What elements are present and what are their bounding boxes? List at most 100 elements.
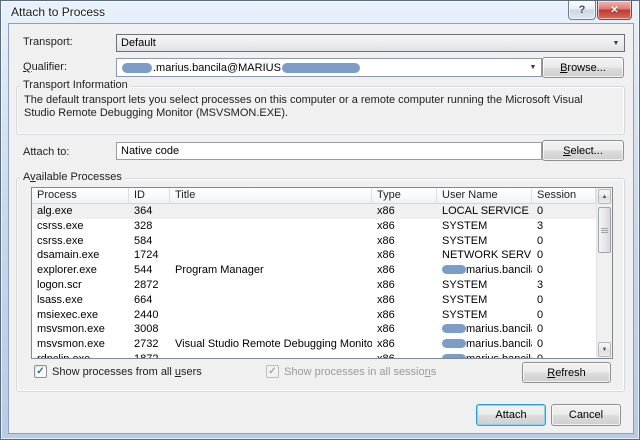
browse-button[interactable]: Browse... [542, 57, 624, 78]
qualifier-input[interactable]: .marius.bancila@MARIUS ▼ [116, 58, 542, 77]
titlebar[interactable]: Attach to Process ? ✕ [1, 1, 639, 23]
process-row[interactable]: msiexec.exe2440x86SYSTEM0 [32, 308, 596, 323]
scrollbar-thumb[interactable] [598, 207, 611, 253]
transport-dropdown[interactable]: Default ▼ [116, 34, 625, 52]
cell: 0 [532, 248, 596, 263]
process-row[interactable]: dsamain.exe1724x86NETWORK SERVICE0 [32, 248, 596, 263]
cell: x86 [372, 322, 437, 337]
transport-info-title: Transport Information [20, 79, 131, 91]
checkbox-check-icon: ✓ [266, 365, 279, 378]
cell: 3 [532, 278, 596, 293]
cell: msvsmon.exe [32, 337, 129, 352]
show-all-sessions-checkbox: ✓ Show processes in all sessions [266, 365, 436, 378]
process-table: ProcessIDTitleTypeUser NameSession alg.e… [31, 187, 613, 359]
cell: lsass.exe [32, 293, 129, 308]
cell: msvsmon.exe [32, 322, 129, 337]
cell: 1872 [129, 352, 170, 358]
column-header-id[interactable]: ID [129, 188, 170, 203]
window-title: Attach to Process [11, 5, 105, 19]
chevron-down-icon: ▼ [608, 40, 624, 47]
attach-button[interactable]: Attach [476, 404, 546, 426]
process-row[interactable]: logon.scr2872x86SYSTEM3 [32, 278, 596, 293]
process-table-content: ProcessIDTitleTypeUser NameSession alg.e… [32, 188, 596, 358]
redaction-blob [122, 63, 152, 73]
close-button[interactable]: ✕ [597, 1, 632, 20]
column-header-process[interactable]: Process [32, 188, 129, 203]
cell [170, 234, 372, 249]
checkbox-check-icon: ✓ [34, 365, 47, 378]
scroll-down-button[interactable]: ▼ [598, 342, 611, 357]
transport-info-text: The default transport lets you select pr… [24, 94, 616, 120]
cell: 584 [129, 234, 170, 249]
select-button[interactable]: Select... [542, 140, 624, 161]
redaction-blob [442, 339, 466, 348]
cell: x86 [372, 248, 437, 263]
cell: 364 [129, 204, 170, 219]
chevron-down-icon: ▼ [525, 64, 541, 71]
user-name-cell: SYSTEM [437, 308, 532, 323]
help-icon: ? [579, 4, 586, 16]
help-button[interactable]: ? [568, 1, 596, 20]
cell: 2732 [129, 337, 170, 352]
cell: x86 [372, 263, 437, 278]
scroll-up-button[interactable]: ▲ [598, 189, 611, 204]
scrollbar-track[interactable] [597, 205, 612, 341]
transport-label: Transport: [23, 36, 73, 48]
cell [170, 219, 372, 234]
vertical-scrollbar[interactable]: ▲ ▼ [596, 188, 612, 358]
cell [170, 204, 372, 219]
close-icon: ✕ [610, 5, 618, 16]
user-name-cell: SYSTEM [437, 293, 532, 308]
column-header-user-name[interactable]: User Name [437, 188, 532, 203]
redaction-blob [442, 265, 466, 274]
process-row[interactable]: msvsmon.exe2732Visual Studio Remote Debu… [32, 337, 596, 352]
cell: 3008 [129, 322, 170, 337]
cell: msiexec.exe [32, 308, 129, 323]
triangle-up-icon: ▲ [602, 194, 608, 200]
show-all-users-checkbox[interactable]: ✓ Show processes from all users [34, 365, 202, 378]
column-header-title[interactable]: Title [170, 188, 372, 203]
cell: x86 [372, 337, 437, 352]
process-row[interactable]: msvsmon.exe3008 x86marius.bancila0 [32, 322, 596, 337]
cell [170, 248, 372, 263]
qualifier-label: Qualifier: [23, 61, 67, 73]
cell: logon.scr [32, 278, 129, 293]
cell [170, 322, 372, 337]
qualifier-value: .marius.bancila@MARIUS [153, 62, 281, 74]
process-table-header: ProcessIDTitleTypeUser NameSession [32, 188, 596, 204]
refresh-button[interactable]: Refresh [522, 362, 611, 383]
process-row[interactable]: csrss.exe328x86SYSTEM3 [32, 219, 596, 234]
cell: 0 [532, 293, 596, 308]
available-processes-title: Available Processes [20, 171, 125, 183]
cell [170, 278, 372, 293]
process-row[interactable]: explorer.exe544Program Managerx86marius.… [32, 263, 596, 278]
user-name-cell: marius.bancila [437, 322, 532, 337]
grip-icon [601, 228, 608, 233]
cell: x86 [372, 352, 437, 358]
process-row[interactable]: rdpclip.exe1872x86marius.bancila0 [32, 352, 596, 358]
cell: 544 [129, 263, 170, 278]
column-header-session[interactable]: Session [532, 188, 596, 203]
cell [170, 352, 372, 358]
cell: 0 [532, 322, 596, 337]
process-row[interactable]: lsass.exe664x86SYSTEM0 [32, 293, 596, 308]
redaction-blob [442, 324, 466, 333]
attach-to-process-dialog: Attach to Process ? ✕ Transport: Default… [0, 0, 640, 440]
cell: 0 [532, 204, 596, 219]
cell: Program Manager [170, 263, 372, 278]
attach-to-field[interactable]: Native code [116, 142, 542, 160]
cell: 0 [532, 234, 596, 249]
process-row[interactable]: csrss.exe584x86SYSTEM0 [32, 234, 596, 249]
column-header-type[interactable]: Type [372, 188, 437, 203]
redaction-blob [442, 354, 466, 358]
cancel-button[interactable]: Cancel [551, 404, 621, 426]
cell: csrss.exe [32, 219, 129, 234]
cell [170, 308, 372, 323]
attach-to-label: Attach to: [23, 146, 69, 158]
cell: x86 [372, 308, 437, 323]
cell: 328 [129, 219, 170, 234]
process-row[interactable]: alg.exe364x86LOCAL SERVICE0 [32, 204, 596, 219]
cell: x86 [372, 204, 437, 219]
cell: csrss.exe [32, 234, 129, 249]
user-name-cell: LOCAL SERVICE [437, 204, 532, 219]
